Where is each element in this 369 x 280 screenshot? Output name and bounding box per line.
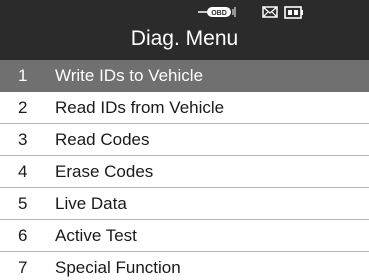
menu-item-number: 1 (18, 66, 28, 85)
title-bar: OBD Diag. Menu (0, 0, 369, 60)
svg-text:OBD: OBD (211, 10, 227, 17)
mail-icon (262, 5, 278, 24)
menu-item[interactable]: 7 Special Function (0, 252, 369, 280)
menu-item-label: Special Function (55, 258, 181, 277)
menu-item[interactable]: 1 Write IDs to Vehicle (0, 60, 369, 92)
menu-item-number: 3 (18, 130, 28, 149)
menu-item[interactable]: 6 Active Test (0, 220, 369, 252)
menu-item-number: 2 (18, 98, 28, 117)
diag-menu-list: 1 Write IDs to Vehicle 2 Read IDs from Vehi… (0, 60, 369, 280)
menu-item[interactable]: 2 Read IDs from Vehicle (0, 92, 369, 124)
menu-item-label: Live Data (55, 194, 127, 213)
battery-icon (284, 5, 304, 24)
menu-item-number: 7 (18, 258, 28, 277)
menu-item-label: Read IDs from Vehicle (55, 98, 225, 117)
menu-item[interactable]: 3 Read Codes (0, 124, 369, 156)
diagnostic-screen: OBD Diag. Menu 1 Write IDs to Vehicle 2 … (0, 0, 369, 280)
menu-item-label: Write IDs to Vehicle (55, 66, 204, 85)
menu-item-label: Active Test (55, 226, 137, 245)
menu-item[interactable]: 4 Erase Codes (0, 156, 369, 188)
menu-item-label: Read Codes (55, 130, 150, 149)
menu-item-number: 5 (18, 194, 28, 213)
menu-item-label: Erase Codes (55, 162, 154, 181)
obd-connection-icon: OBD (198, 5, 238, 24)
status-bar: OBD (0, 5, 369, 21)
menu-item[interactable]: 5 Live Data (0, 188, 369, 220)
page-title: Diag. Menu (130, 27, 239, 50)
menu-item-number: 4 (18, 162, 28, 181)
menu-item-number: 6 (18, 226, 28, 245)
